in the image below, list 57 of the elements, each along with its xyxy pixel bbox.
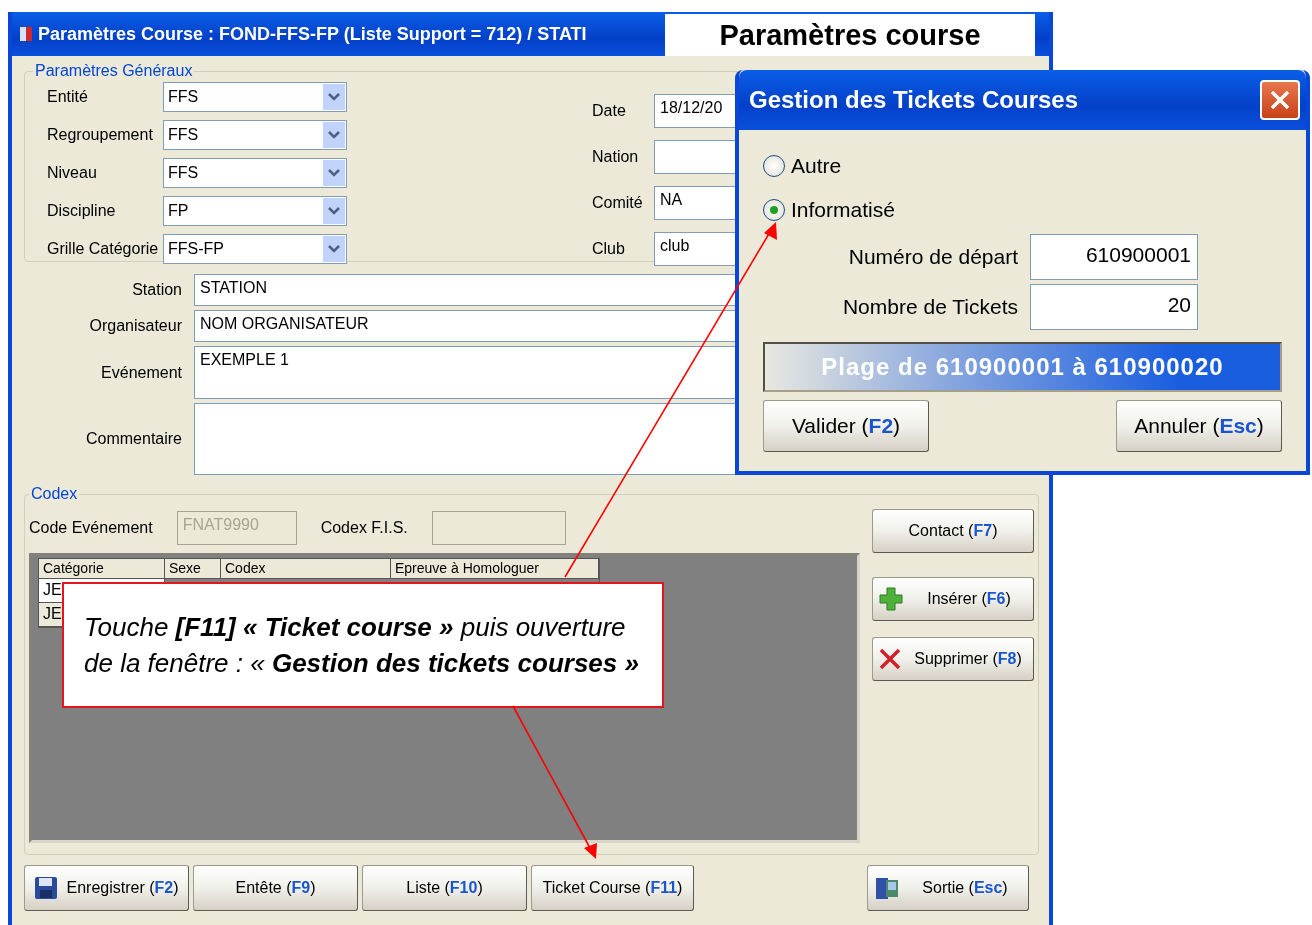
close-button[interactable]	[1260, 80, 1300, 120]
radio-button[interactable]	[763, 199, 785, 221]
field-label: Commentaire	[84, 430, 182, 448]
group-legend: Codex	[29, 485, 80, 503]
plus-icon	[879, 587, 903, 611]
exit-button[interactable]: Sortie (Esc)	[867, 865, 1029, 911]
field-label: Niveau	[47, 164, 98, 182]
chevron-icon	[323, 198, 345, 225]
field-label: Codex F.I.S.	[320, 519, 408, 537]
radio-button[interactable]	[763, 155, 785, 177]
group-legend: Paramètres Généraux	[33, 62, 195, 80]
field-label: Evénement	[100, 363, 182, 382]
column-header[interactable]: Sexe	[165, 559, 221, 579]
field-label: Entité	[47, 87, 89, 106]
field-label: Nation	[592, 148, 640, 166]
field-label: Club	[592, 240, 626, 258]
close-icon	[1268, 88, 1292, 112]
chevron-icon	[323, 236, 345, 263]
column-header[interactable]: Epreuve à Homologuer	[391, 559, 599, 579]
cross-icon	[879, 648, 901, 670]
insert-button[interactable]: Insérer (F6)	[872, 577, 1034, 621]
field-label: Regroupement	[47, 125, 154, 144]
field-label: Grille Catégorie	[47, 240, 160, 259]
column-header[interactable]: Codex	[221, 559, 391, 579]
chevron-icon	[323, 160, 345, 186]
chevron-icon	[323, 121, 345, 148]
toolbar-button[interactable]: Enregistrer (F2)	[24, 865, 189, 911]
input-field[interactable]: 610900001	[1030, 234, 1198, 280]
toolbar-button[interactable]: Ticket Course (F11)	[531, 865, 694, 911]
dropdown[interactable]: FFS	[163, 81, 347, 112]
contact-button[interactable]: Contact (F7)	[872, 509, 1034, 553]
app-icon	[20, 27, 32, 41]
field-label: Numéro de départ	[848, 245, 1018, 269]
dropdown[interactable]: FP	[163, 196, 347, 227]
window-title: Gestion des Tickets Courses	[749, 86, 1078, 114]
toolbar-button[interactable]: Entête (F9)	[193, 865, 358, 911]
dialog-button[interactable]: Valider (F2)	[763, 400, 929, 452]
field-label: Code Evénement	[29, 519, 153, 537]
page-heading: Paramètres course	[665, 14, 1035, 56]
input-field[interactable]: 20	[1030, 284, 1198, 330]
dropdown[interactable]: FFS	[163, 158, 347, 188]
field-label: Organisateur	[88, 317, 182, 335]
field-label: Comité	[592, 194, 644, 212]
radio-label: Informatisé	[791, 198, 895, 222]
dropdown[interactable]: FFS	[163, 119, 347, 150]
window-title: Paramètres Course : FOND-FFS-FP (Liste Support = 712) / STATI	[38, 23, 587, 45]
delete-button[interactable]: Supprimer (F8)	[872, 637, 1034, 681]
door-icon	[874, 875, 900, 901]
dialog-button[interactable]: Annuler (Esc)	[1116, 400, 1282, 452]
radio-label: Autre	[791, 154, 842, 178]
dropdown[interactable]: FFS-FP	[163, 234, 347, 265]
field-label: Discipline	[47, 202, 117, 221]
field-label: Date	[592, 102, 627, 120]
range-banner: Plage de 610900001 à 610900020	[763, 342, 1282, 392]
chevron-icon	[323, 83, 345, 110]
toolbar-button[interactable]: Liste (F10)	[362, 865, 527, 911]
field-label: Station	[131, 281, 182, 299]
